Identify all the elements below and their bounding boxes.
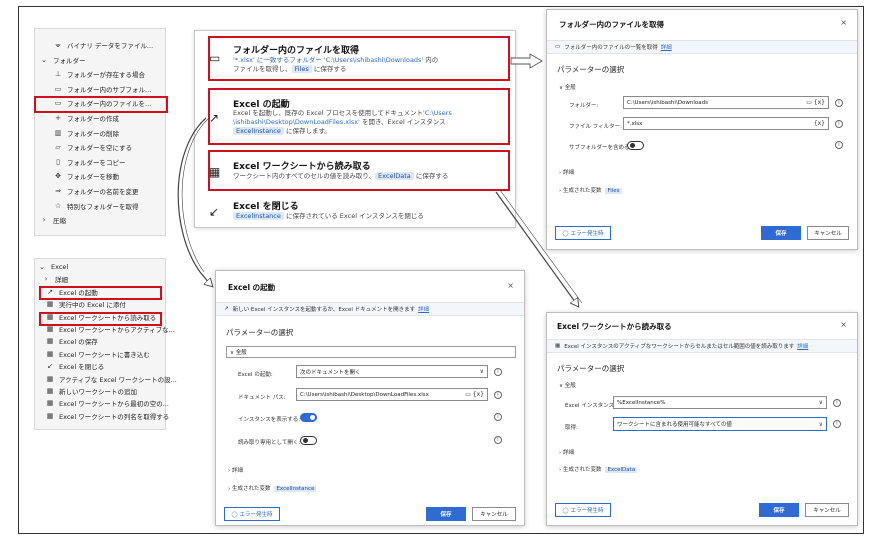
info-icon: i: [494, 436, 502, 444]
section-details[interactable]: › 詳細: [228, 466, 243, 474]
params-heading: パラメーターの選択: [226, 328, 294, 337]
on-error-button[interactable]: ◯ エラー発生時: [555, 503, 611, 517]
excel-icon: ▦: [555, 343, 561, 349]
section-details[interactable]: › 詳細: [559, 168, 574, 176]
include-subfolders-label: サブフォルダーを含める:: [569, 145, 632, 151]
save-button[interactable]: 保存: [761, 226, 801, 240]
visible-instance-label: インスタンスを表示する:: [238, 417, 301, 423]
info-icon: i: [494, 368, 502, 376]
on-error-button[interactable]: ◯ エラー発生時: [224, 507, 280, 521]
section-general[interactable]: ∨ 全般: [226, 346, 516, 358]
section-details[interactable]: › 詳細: [559, 448, 574, 456]
section-generated-variables[interactable]: › 生成された変数 ExcelInstance: [228, 484, 317, 492]
variable-picker-icon[interactable]: ▭ {x}: [806, 97, 825, 108]
arrow-to-folder-dialog: [510, 53, 543, 69]
dialog-info-bar: ▦ Excel インスタンスのアクティブなワークシートからセルまたはセル範囲の値…: [547, 339, 857, 353]
section-general[interactable]: ∨ 全般: [559, 83, 576, 91]
file-filter-label: ファイル フィルター:: [569, 124, 622, 130]
dialog-title: フォルダー内のファイルを取得: [559, 20, 664, 29]
section-general[interactable]: ∨ 全般: [559, 381, 576, 389]
file-filter-input[interactable]: *.xlsx {x}: [623, 117, 829, 130]
dialog-launch-excel: Excel の起動 × ↗ 新しい Excel インスタンスを起動するか、Exc…: [215, 270, 525, 526]
save-button[interactable]: 保存: [759, 503, 799, 517]
on-error-button[interactable]: ◯ エラー発生時: [555, 226, 611, 240]
params-heading: パラメーターの選択: [557, 65, 625, 74]
details-link[interactable]: 詳細: [661, 43, 672, 51]
retrieve-select[interactable]: ワークシートに含まれる使用可能なすべての値 ∨: [613, 417, 827, 431]
dialog-info-bar: ▭ フォルダー内のファイルの一覧を取得 詳細: [547, 40, 857, 54]
section-generated-variables[interactable]: › 生成された変数 ExcelData: [559, 465, 638, 473]
chevron-down-icon: ∨: [818, 399, 823, 406]
variable-picker-icon[interactable]: ▭ {x}: [465, 389, 484, 400]
arrow-to-excel-dialog: [177, 117, 212, 286]
info-icon: i: [835, 141, 843, 149]
dialog-get-folder-files: フォルダー内のファイルを取得 × ▭ フォルダー内のファイルの一覧を取得 詳細 …: [546, 9, 858, 250]
info-icon: i: [833, 420, 841, 428]
chevron-down-icon: ∨: [479, 368, 484, 375]
variable-picker-icon[interactable]: {x}: [814, 118, 825, 129]
cancel-button[interactable]: キャンセル: [805, 503, 849, 517]
details-link[interactable]: 詳細: [418, 305, 429, 313]
folder-path-input[interactable]: C:\Users\ishibashi\Downloads ▭ {x}: [623, 96, 829, 109]
retrieve-label: 取得:: [565, 425, 578, 431]
read-only-toggle[interactable]: [300, 436, 317, 445]
excel-instance-label: Excel インスタンス:: [565, 403, 616, 409]
launch-excel-label: Excel の起動:: [238, 372, 273, 378]
folder-files-icon: ▭: [555, 44, 561, 50]
document-path-input[interactable]: C:\Users\ishibashi\Desktop\DownLoadFiles…: [296, 388, 488, 401]
folder-label: フォルダー:: [569, 103, 599, 109]
info-icon: i: [494, 391, 502, 399]
dialog-title: Excel ワークシートから読み取る: [557, 322, 672, 331]
info-icon: i: [835, 120, 843, 128]
info-icon: i: [494, 413, 502, 421]
params-heading: パラメーターの選択: [557, 364, 625, 373]
section-generated-variables[interactable]: › 生成された変数 Files: [559, 186, 622, 194]
launch-excel-select[interactable]: 次のドキュメントを開く ∨: [296, 365, 488, 378]
dialog-title: Excel の起動: [228, 283, 276, 292]
dialog-info-bar: ↗ 新しい Excel インスタンスを起動するか、Excel ドキュメントを開き…: [216, 302, 524, 316]
include-subfolders-toggle[interactable]: [627, 141, 644, 150]
close-icon[interactable]: ×: [840, 320, 847, 329]
close-icon[interactable]: ×: [507, 281, 514, 290]
excel-instance-select[interactable]: %ExcelInstance% ∨: [613, 396, 827, 409]
cancel-button[interactable]: キャンセル: [807, 226, 849, 240]
excel-launch-icon: ↗: [224, 306, 229, 312]
info-icon: i: [833, 399, 841, 407]
details-link[interactable]: 詳細: [797, 342, 808, 350]
chevron-down-icon: ∨: [818, 420, 823, 428]
info-icon: i: [835, 99, 843, 107]
close-icon[interactable]: ×: [840, 18, 847, 27]
dialog-read-worksheet: Excel ワークシートから読み取る × ▦ Excel インスタンスのアクティ…: [546, 312, 858, 526]
read-only-label: 読み取り専用として開く:: [238, 440, 301, 446]
save-button[interactable]: 保存: [426, 507, 466, 521]
document-path-label: ドキュメント パス:: [238, 395, 286, 401]
cancel-button[interactable]: キャンセル: [472, 507, 516, 521]
visible-instance-toggle[interactable]: [300, 413, 317, 422]
